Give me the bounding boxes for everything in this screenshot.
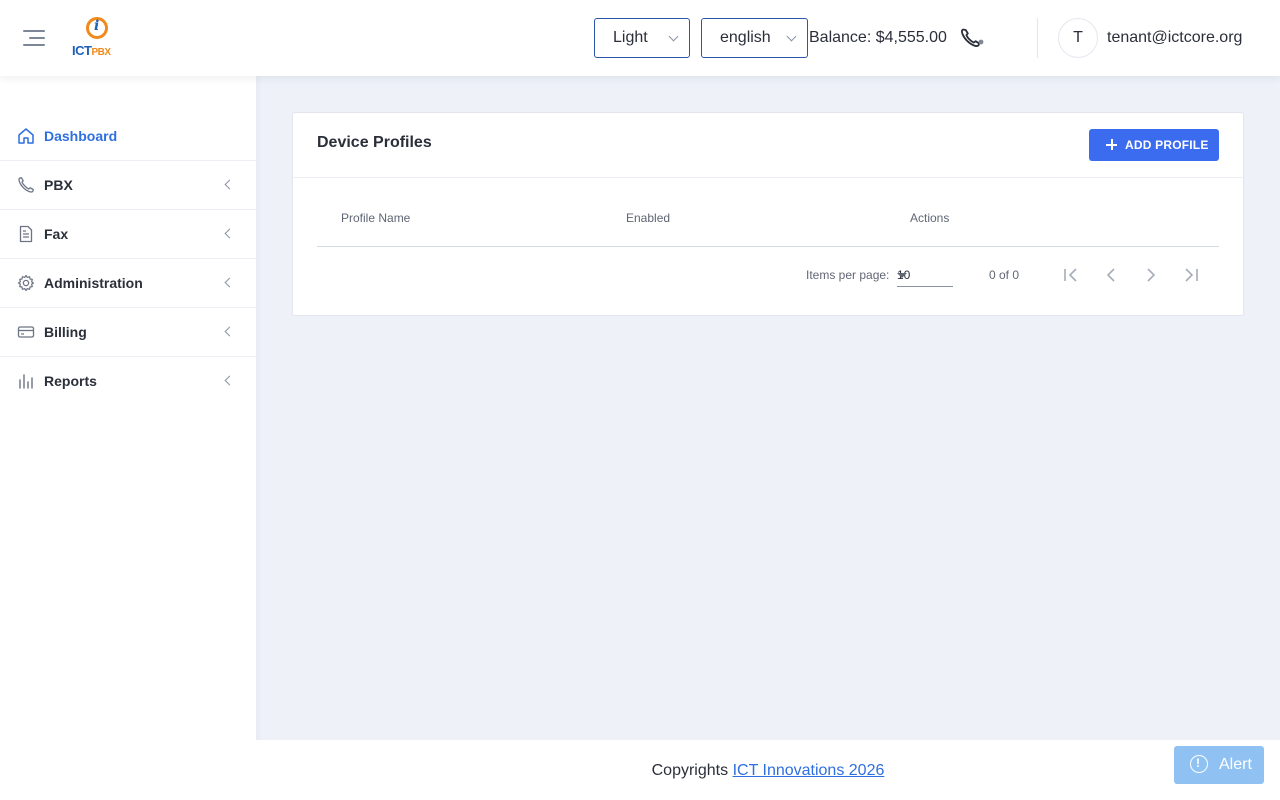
column-header-enabled[interactable]: Enabled [626, 211, 670, 225]
next-page-button[interactable] [1139, 263, 1163, 287]
chevron-right-icon [1147, 268, 1156, 282]
table-divider [317, 246, 1219, 247]
sidebar-item-fax[interactable]: Fax [0, 210, 256, 259]
logo-mark [86, 17, 108, 39]
column-header-profile-name[interactable]: Profile Name [341, 211, 410, 225]
home-icon [17, 127, 35, 145]
alert-button[interactable]: Alert [1174, 746, 1264, 784]
gear-icon [17, 274, 35, 292]
company-link[interactable]: ICT Innovations 2026 [733, 762, 885, 779]
page-title: Device Profiles [317, 134, 432, 151]
header-divider [1037, 18, 1038, 58]
chevron-left-icon [1106, 268, 1115, 282]
add-profile-label: ADD PROFILE [1125, 138, 1209, 152]
chevron-left-icon [224, 228, 235, 239]
page-footer: Copyrights ICT Innovations 2026 [256, 740, 1280, 800]
avatar[interactable]: T [1058, 18, 1098, 58]
sidebar-item-reports[interactable]: Reports [0, 357, 256, 406]
previous-page-button[interactable] [1099, 263, 1123, 287]
add-profile-button[interactable]: ADD PROFILE [1089, 129, 1219, 161]
sidebar-item-label: Billing [44, 324, 87, 340]
alert-icon [1190, 755, 1208, 773]
language-select-value: english [720, 29, 771, 46]
chevron-down-icon [786, 31, 797, 42]
card-divider [293, 177, 1243, 178]
softphone-icon[interactable] [960, 27, 986, 49]
dropdown-arrow-icon [897, 273, 907, 278]
sidebar-item-billing[interactable]: Billing [0, 308, 256, 357]
top-header: ICTPBX Light english Balance: $4,555.00 … [0, 0, 1280, 76]
account-balance: Balance: $4,555.00 [809, 29, 947, 46]
sidebar: Dashboard PBX Fax Administration Billing… [0, 76, 256, 800]
chevron-down-icon [668, 31, 679, 42]
chevron-left-icon [224, 277, 235, 288]
copyright-text: Copyrights [651, 762, 729, 779]
sidebar-item-label: Dashboard [44, 128, 118, 144]
column-header-actions: Actions [910, 211, 950, 225]
chevron-left-icon [224, 179, 235, 190]
phone-icon [17, 176, 35, 194]
theme-select-value: Light [613, 29, 648, 46]
chevron-left-icon [224, 326, 235, 337]
first-page-button[interactable] [1059, 263, 1083, 287]
chevron-left-icon [224, 375, 235, 386]
items-per-page-select[interactable]: 10 [897, 263, 953, 287]
ictpbx-logo[interactable]: ICTPBX [72, 16, 126, 62]
document-icon [17, 225, 35, 243]
user-email[interactable]: tenant@ictcore.org [1107, 29, 1242, 47]
sidebar-item-label: Reports [44, 373, 97, 389]
plus-icon [1106, 139, 1117, 150]
menu-toggle-icon[interactable] [23, 30, 45, 46]
theme-select[interactable]: Light [594, 18, 690, 58]
sidebar-item-administration[interactable]: Administration [0, 259, 256, 308]
first-page-icon [1064, 268, 1077, 282]
language-select[interactable]: english [701, 18, 808, 58]
sidebar-item-dashboard[interactable]: Dashboard [0, 112, 256, 161]
sidebar-item-label: PBX [44, 177, 73, 193]
last-page-icon [1185, 268, 1198, 282]
sidebar-item-label: Fax [44, 226, 69, 242]
alert-label: Alert [1219, 756, 1252, 773]
credit-card-icon [17, 323, 35, 341]
bar-chart-icon [17, 372, 35, 390]
pagination-range: 0 of 0 [989, 268, 1020, 282]
sidebar-item-label: Administration [44, 275, 143, 291]
sidebar-item-pbx[interactable]: PBX [0, 161, 256, 210]
items-per-page-label: Items per page: [806, 268, 890, 282]
logo-text: ICTPBX [72, 43, 111, 58]
last-page-button[interactable] [1179, 263, 1203, 287]
device-profiles-card: Device Profiles ADD PROFILE Profile Name… [292, 112, 1244, 316]
